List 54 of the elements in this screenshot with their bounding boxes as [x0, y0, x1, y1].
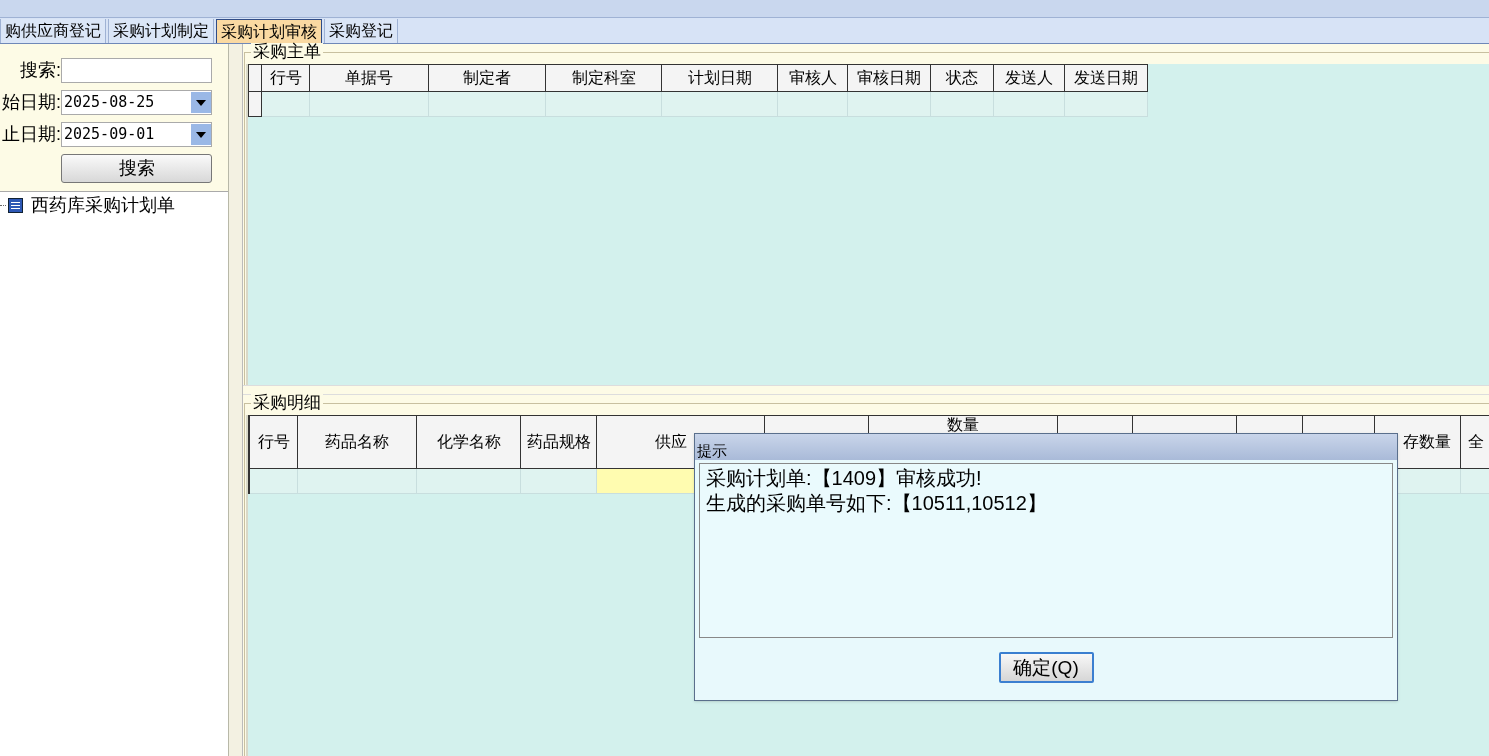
tab[interactable]: 采购登记	[324, 19, 398, 43]
table-cell[interactable]	[262, 92, 310, 117]
column-header[interactable]: 发送人	[994, 64, 1065, 92]
search-button[interactable]: 搜索	[61, 154, 212, 183]
splitter[interactable]	[229, 44, 243, 756]
group-title: 采购主单	[251, 43, 323, 60]
dialog-title: 提示	[697, 443, 727, 458]
table-cell[interactable]	[417, 469, 521, 494]
column-header[interactable]: 全	[1461, 415, 1489, 469]
row-header-corner	[248, 64, 262, 92]
row-indicator	[248, 469, 250, 494]
column-header[interactable]: 计划日期	[662, 64, 778, 92]
list-icon	[8, 197, 23, 213]
search-field[interactable]	[61, 58, 212, 83]
field-label: 搜索:	[19, 59, 61, 82]
tab[interactable]: 购供应商登记	[0, 19, 106, 43]
column-header[interactable]: 制定者	[429, 64, 546, 92]
column-header[interactable]: 行号	[250, 415, 298, 469]
table-cell[interactable]	[931, 92, 994, 117]
column-header[interactable]: 制定科室	[546, 64, 662, 92]
table-cell[interactable]	[1461, 469, 1489, 494]
table-cell[interactable]	[429, 92, 546, 117]
row-indicator	[248, 92, 262, 117]
column-header[interactable]: 药品名称	[298, 415, 417, 469]
table-cell[interactable]	[1065, 92, 1148, 117]
table-cell[interactable]	[662, 92, 778, 117]
ok-button[interactable]: 确定(Q)	[998, 652, 1094, 683]
table-cell[interactable]	[298, 469, 417, 494]
date-field[interactable]: 2025-08-25	[61, 90, 212, 115]
column-header[interactable]: 审核日期	[848, 64, 931, 92]
table-cell[interactable]	[778, 92, 848, 117]
table-cell[interactable]	[250, 469, 298, 494]
column-header[interactable]: 药品规格	[521, 415, 597, 469]
column-header[interactable]: 单据号	[310, 64, 429, 92]
tab[interactable]: 采购计划审核	[216, 19, 322, 43]
group-title: 采购明细	[251, 394, 323, 411]
field-label: 止日期:	[1, 123, 61, 146]
column-header[interactable]: 行号	[262, 64, 310, 92]
column-header[interactable]: 发送日期	[1065, 64, 1148, 92]
column-header[interactable]: 化学名称	[417, 415, 521, 469]
column-header[interactable]: 审核人	[778, 64, 848, 92]
table-cell[interactable]	[310, 92, 429, 117]
field-label: 始日期:	[1, 91, 61, 114]
table-cell[interactable]	[546, 92, 662, 117]
date-field[interactable]: 2025-09-01	[61, 122, 212, 147]
tree-item[interactable]: 西药库采购计划单	[31, 191, 175, 219]
table-cell[interactable]	[848, 92, 931, 117]
table-cell[interactable]	[994, 92, 1065, 117]
message-text: 生成的采购单号如下:【10511,10512】	[706, 491, 1048, 516]
column-header[interactable]: 状态	[931, 64, 994, 92]
tab[interactable]: 采购计划制定	[108, 19, 214, 43]
message-text: 采购计划单:【1409】审核成功!	[706, 466, 983, 491]
table-cell[interactable]	[521, 469, 597, 494]
splitter[interactable]	[243, 385, 1489, 395]
